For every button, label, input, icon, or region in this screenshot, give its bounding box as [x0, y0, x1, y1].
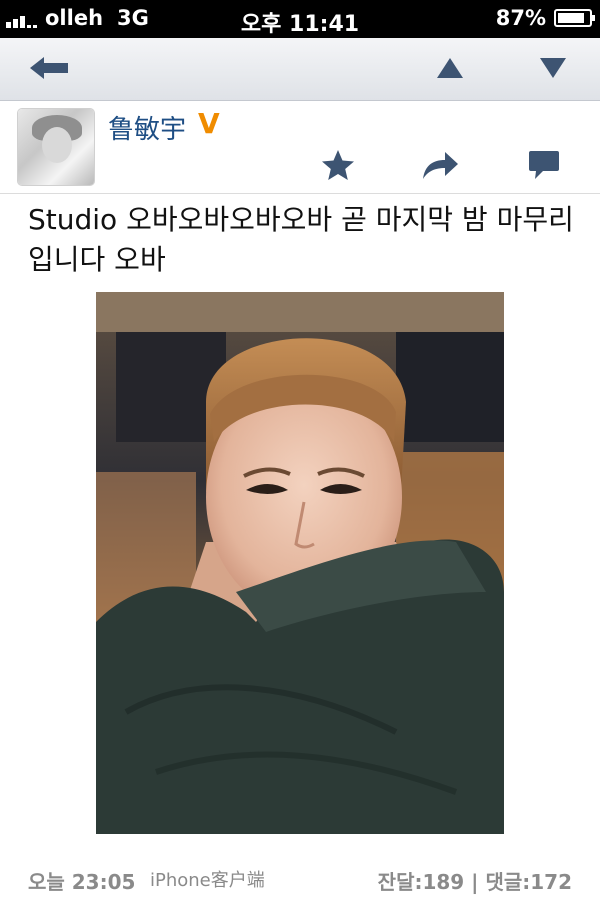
triangle-up-icon: [437, 58, 463, 78]
verified-badge: V: [198, 107, 220, 140]
forward-arrow-icon: [423, 152, 458, 179]
battery-percent: 87%: [495, 6, 546, 30]
author-header: 鲁敏宇 V: [0, 101, 600, 194]
post-photo[interactable]: [96, 292, 504, 834]
battery-icon: [554, 9, 595, 27]
status-bar: olleh 3G 오후 11:41 87%: [0, 0, 600, 38]
post-time: 오늘 23:05: [28, 870, 136, 894]
post-counts[interactable]: 잔달:189 | 댓글:172: [378, 866, 572, 895]
forward-button[interactable]: [420, 147, 460, 183]
favorite-button[interactable]: [318, 147, 358, 183]
star-icon: [322, 150, 354, 180]
status-right: 87%: [495, 6, 595, 30]
back-button[interactable]: [28, 48, 72, 88]
speech-bubble-icon: [529, 151, 559, 179]
post-footer: 오늘 23:05 iPhone客户端 잔달:189 | 댓글:172: [0, 856, 600, 900]
nav-bar: [0, 38, 600, 101]
avatar[interactable]: [18, 109, 94, 185]
post-source: iPhone客户端: [150, 870, 265, 891]
previous-post-button[interactable]: [428, 48, 472, 88]
next-post-button[interactable]: [531, 48, 575, 88]
photo-image: [96, 292, 504, 834]
post-text: Studio 오바오바오바오바 곧 마지막 밤 마무리 입니다 오바: [28, 203, 574, 276]
comment-button[interactable]: [524, 147, 564, 183]
back-arrow-icon: [30, 57, 68, 79]
triangle-down-icon: [540, 58, 566, 78]
author-name[interactable]: 鲁敏宇: [108, 109, 186, 146]
battery-fill: [558, 13, 584, 23]
